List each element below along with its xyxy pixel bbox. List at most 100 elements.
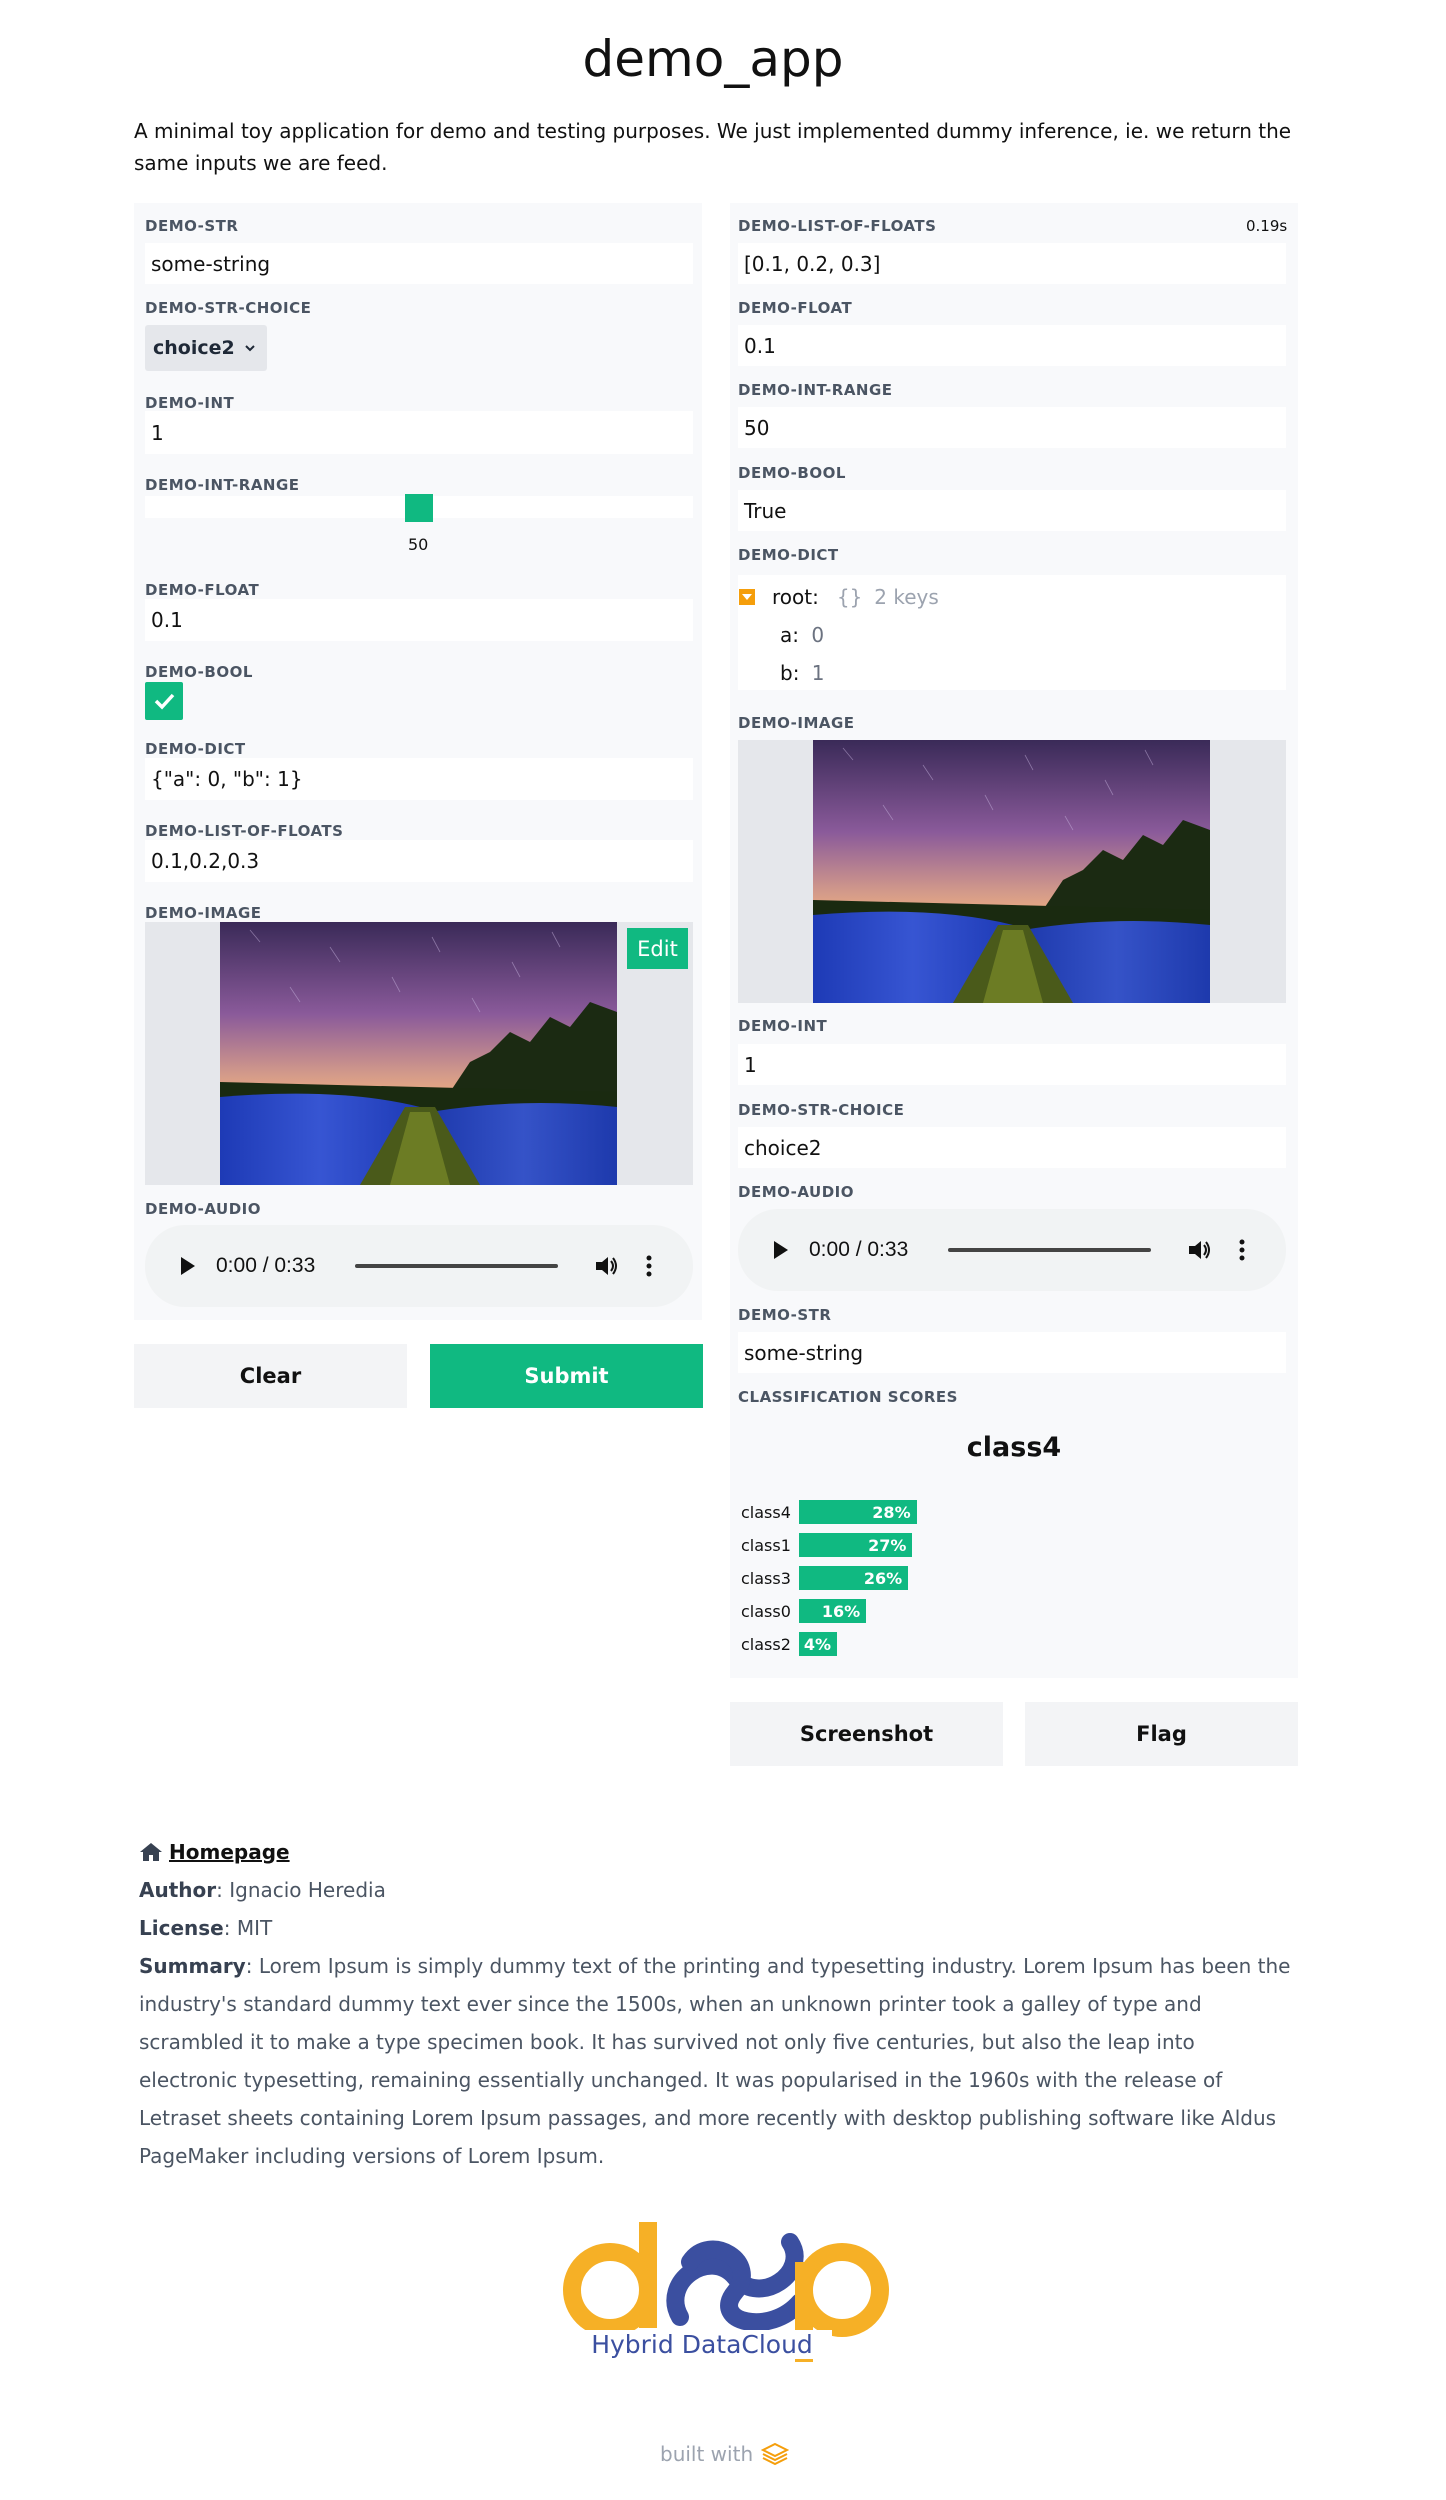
play-icon[interactable] bbox=[178, 1255, 198, 1277]
volume-icon[interactable] bbox=[1187, 1238, 1213, 1262]
output-bool-label: DEMO-BOOL bbox=[738, 464, 846, 482]
summary-row: Summary: Lorem Ipsum is simply dummy tex… bbox=[139, 1947, 1299, 2175]
dict-root-count: 2 keys bbox=[874, 585, 939, 609]
input-float-field[interactable]: 0.1 bbox=[145, 599, 693, 641]
str-choice-dropdown[interactable]: choice2 bbox=[145, 325, 267, 371]
top-class-title: class4 bbox=[966, 1432, 1062, 1463]
author-value: : Ignacio Heredia bbox=[216, 1878, 386, 1902]
logo-subtitle: Hybrid DataCloud bbox=[572, 2330, 832, 2359]
output-list-field: [0.1, 0.2, 0.3] bbox=[738, 243, 1286, 284]
int-range-slider-thumb[interactable] bbox=[405, 494, 433, 522]
input-audio-time: 0:00 / 0:33 bbox=[216, 1254, 316, 1277]
output-int-field: 1 bbox=[738, 1044, 1286, 1085]
class-score-row: class1 27% bbox=[741, 1533, 913, 1557]
app-description: A minimal toy application for demo and t… bbox=[134, 119, 1292, 175]
elapsed-time: 0.19s bbox=[1246, 217, 1288, 235]
output-list-label: DEMO-LIST-OF-FLOATS bbox=[738, 217, 937, 235]
input-str-field[interactable]: some-string bbox=[145, 243, 693, 284]
summary-key: Summary bbox=[139, 1954, 246, 1978]
volume-icon[interactable] bbox=[594, 1254, 620, 1278]
class-name: class2 bbox=[741, 1634, 791, 1654]
output-str-field: some-string bbox=[738, 1332, 1286, 1373]
class-score-row: class0 16% bbox=[741, 1599, 867, 1623]
input-audio-progress[interactable] bbox=[355, 1264, 559, 1268]
flag-button[interactable]: Flag bbox=[1025, 1702, 1298, 1766]
built-with-row[interactable]: built with bbox=[660, 2442, 790, 2466]
class-score-bar: 26% bbox=[799, 1566, 909, 1590]
edit-image-button[interactable]: Edit bbox=[627, 928, 688, 969]
output-audio-player[interactable]: 0:00 / 0:33 bbox=[738, 1209, 1286, 1291]
output-audio-label: DEMO-AUDIO bbox=[738, 1183, 854, 1201]
class-score-row: class4 28% bbox=[741, 1500, 917, 1524]
license-value: : MIT bbox=[223, 1916, 273, 1940]
dict-b-value: 1 bbox=[811, 661, 825, 685]
output-image-label: DEMO-IMAGE bbox=[738, 714, 855, 732]
input-image-box[interactable]: Edit bbox=[145, 922, 693, 1185]
input-int-range-label: DEMO-INT-RANGE bbox=[145, 476, 300, 494]
class-score-bar: 27% bbox=[799, 1533, 913, 1557]
class-name: class1 bbox=[741, 1535, 791, 1555]
submit-button[interactable]: Submit bbox=[430, 1344, 703, 1408]
dict-item-a: a: 0 bbox=[780, 623, 824, 647]
input-str-choice-label: DEMO-STR-CHOICE bbox=[145, 299, 312, 317]
output-int-range-label: DEMO-INT-RANGE bbox=[738, 381, 893, 399]
app-title: demo_app bbox=[582, 30, 844, 88]
built-with-label: built with bbox=[660, 2442, 754, 2466]
dict-a-value: 0 bbox=[811, 623, 825, 647]
deep-logo: Hybrid DataCloud bbox=[560, 2222, 900, 2362]
output-image bbox=[813, 740, 1210, 1003]
input-bool-label: DEMO-BOOL bbox=[145, 663, 253, 681]
author-key: Author bbox=[139, 1878, 217, 1902]
input-audio-player[interactable]: 0:00 / 0:33 bbox=[145, 1225, 693, 1307]
output-audio-time: 0:00 / 0:33 bbox=[809, 1238, 909, 1261]
class-name: class3 bbox=[741, 1568, 791, 1588]
dict-root-row[interactable]: root: {} 2 keys bbox=[738, 585, 939, 609]
collapse-icon[interactable] bbox=[738, 588, 756, 606]
output-int-range-field: 50 bbox=[738, 407, 1286, 448]
class-name: class0 bbox=[741, 1601, 791, 1621]
homepage-row: Homepage bbox=[139, 1833, 290, 1871]
input-list-field[interactable]: 0.1,0.2,0.3 bbox=[145, 840, 693, 882]
class-score-bar: 16% bbox=[799, 1599, 867, 1623]
screenshot-button[interactable]: Screenshot bbox=[730, 1702, 1003, 1766]
more-vert-icon[interactable] bbox=[646, 1255, 652, 1277]
home-icon bbox=[140, 1843, 162, 1861]
chevron-down-icon bbox=[245, 345, 255, 352]
output-image-box bbox=[738, 740, 1286, 1003]
input-float-label: DEMO-FLOAT bbox=[145, 581, 260, 599]
clear-button[interactable]: Clear bbox=[134, 1344, 407, 1408]
output-str-label: DEMO-STR bbox=[738, 1306, 832, 1324]
author-row: Author: Ignacio Heredia bbox=[139, 1871, 386, 1909]
str-choice-value: choice2 bbox=[153, 337, 235, 359]
output-str-choice-label: DEMO-STR-CHOICE bbox=[738, 1101, 905, 1119]
summary-value: : Lorem Ipsum is simply dummy text of th… bbox=[139, 1954, 1291, 2168]
input-dict-field[interactable]: {"a": 0, "b": 1} bbox=[145, 758, 693, 800]
more-vert-icon[interactable] bbox=[1239, 1239, 1245, 1261]
input-list-label: DEMO-LIST-OF-FLOATS bbox=[145, 822, 344, 840]
output-str-choice-field: choice2 bbox=[738, 1127, 1286, 1168]
output-float-field: 0.1 bbox=[738, 325, 1286, 366]
classification-label: CLASSIFICATION SCORES bbox=[738, 1388, 958, 1406]
output-int-label: DEMO-INT bbox=[738, 1017, 828, 1035]
dict-a-key: a: bbox=[780, 623, 799, 647]
output-audio-progress[interactable] bbox=[948, 1248, 1152, 1252]
output-bool-field: True bbox=[738, 490, 1286, 531]
input-dict-label: DEMO-DICT bbox=[145, 740, 246, 758]
int-range-value: 50 bbox=[408, 535, 429, 554]
class-name: class4 bbox=[741, 1502, 791, 1522]
gradio-logo-icon bbox=[761, 2442, 790, 2466]
dict-b-key: b: bbox=[780, 661, 800, 685]
input-int-label: DEMO-INT bbox=[145, 394, 235, 412]
dict-item-b: b: 1 bbox=[780, 661, 825, 685]
bool-checkbox[interactable] bbox=[145, 682, 183, 720]
play-icon[interactable] bbox=[771, 1239, 791, 1261]
input-audio-label: DEMO-AUDIO bbox=[145, 1200, 261, 1218]
class-score-bar: 28% bbox=[799, 1500, 917, 1524]
homepage-link[interactable]: Homepage bbox=[169, 1833, 290, 1871]
output-dict-label: DEMO-DICT bbox=[738, 546, 839, 564]
input-int-field[interactable]: 1 bbox=[145, 411, 693, 454]
class-score-row: class2 4% bbox=[741, 1632, 837, 1656]
dict-root-summary: {} bbox=[836, 585, 863, 609]
license-row: License: MIT bbox=[139, 1909, 272, 1947]
dict-root-key: root: bbox=[772, 585, 819, 609]
